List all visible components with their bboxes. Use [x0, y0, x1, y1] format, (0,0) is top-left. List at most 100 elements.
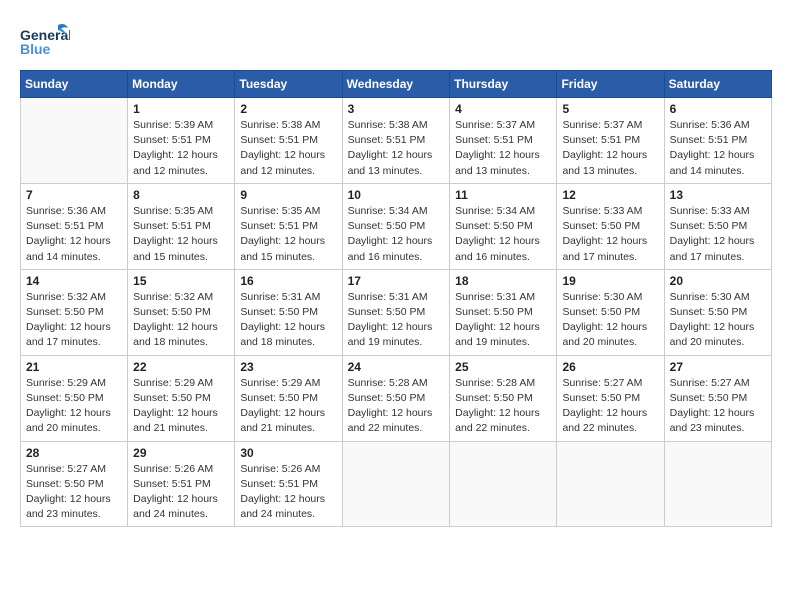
day-info: Sunrise: 5:35 AM Sunset: 5:51 PM Dayligh…	[240, 204, 336, 265]
day-number: 14	[26, 274, 122, 288]
day-info: Sunrise: 5:32 AM Sunset: 5:50 PM Dayligh…	[26, 290, 122, 351]
calendar-week-1: 1 Sunrise: 5:39 AM Sunset: 5:51 PM Daylig…	[21, 98, 772, 184]
day-number: 6	[670, 102, 766, 116]
day-info: Sunrise: 5:27 AM Sunset: 5:50 PM Dayligh…	[562, 376, 658, 437]
day-info: Sunrise: 5:36 AM Sunset: 5:51 PM Dayligh…	[670, 118, 766, 179]
day-info: Sunrise: 5:29 AM Sunset: 5:50 PM Dayligh…	[240, 376, 336, 437]
day-info: Sunrise: 5:26 AM Sunset: 5:51 PM Dayligh…	[240, 462, 336, 523]
weekday-header-thursday: Thursday	[450, 71, 557, 98]
calendar-cell	[342, 441, 450, 527]
weekday-header-sunday: Sunday	[21, 71, 128, 98]
day-number: 27	[670, 360, 766, 374]
day-info: Sunrise: 5:27 AM Sunset: 5:50 PM Dayligh…	[26, 462, 122, 523]
day-info: Sunrise: 5:37 AM Sunset: 5:51 PM Dayligh…	[455, 118, 551, 179]
calendar-cell: 30 Sunrise: 5:26 AM Sunset: 5:51 PM Dayli…	[235, 441, 342, 527]
day-number: 5	[562, 102, 658, 116]
day-number: 18	[455, 274, 551, 288]
day-number: 8	[133, 188, 229, 202]
calendar-cell: 11Sunrise: 5:34 AM Sunset: 5:50 PM Dayli…	[450, 183, 557, 269]
day-info: Sunrise: 5:28 AM Sunset: 5:50 PM Dayligh…	[348, 376, 445, 437]
day-number: 7	[26, 188, 122, 202]
calendar-cell: 24 Sunrise: 5:28 AM Sunset: 5:50 PM Dayli…	[342, 355, 450, 441]
day-number: 17	[348, 274, 445, 288]
day-info: Sunrise: 5:34 AM Sunset: 5:50 PM Dayligh…	[348, 204, 445, 265]
day-info: Sunrise: 5:36 AM Sunset: 5:51 PM Dayligh…	[26, 204, 122, 265]
calendar-cell: 5 Sunrise: 5:37 AM Sunset: 5:51 PM Daylig…	[557, 98, 664, 184]
calendar-cell: 16Sunrise: 5:31 AM Sunset: 5:50 PM Dayli…	[235, 269, 342, 355]
day-info: Sunrise: 5:38 AM Sunset: 5:51 PM Dayligh…	[348, 118, 445, 179]
day-info: Sunrise: 5:29 AM Sunset: 5:50 PM Dayligh…	[133, 376, 229, 437]
page-header: General Blue	[20, 20, 772, 60]
calendar-cell: 14 Sunrise: 5:32 AM Sunset: 5:50 PM Dayli…	[21, 269, 128, 355]
calendar-table: SundayMondayTuesdayWednesdayThursdayFrid…	[20, 70, 772, 527]
day-number: 30	[240, 446, 336, 460]
day-number: 25	[455, 360, 551, 374]
day-info: Sunrise: 5:31 AM Sunset: 5:50 PM Dayligh…	[455, 290, 551, 351]
day-number: 15	[133, 274, 229, 288]
calendar-week-4: 21 Sunrise: 5:29 AM Sunset: 5:50 PM Dayli…	[21, 355, 772, 441]
weekday-header-friday: Friday	[557, 71, 664, 98]
weekday-header-monday: Monday	[128, 71, 235, 98]
calendar-cell: 3 Sunrise: 5:38 AM Sunset: 5:51 PM Daylig…	[342, 98, 450, 184]
calendar-cell: 10 Sunrise: 5:34 AM Sunset: 5:50 PM Dayli…	[342, 183, 450, 269]
calendar-cell: 2 Sunrise: 5:38 AM Sunset: 5:51 PM Daylig…	[235, 98, 342, 184]
day-number: 2	[240, 102, 336, 116]
calendar-cell: 27 Sunrise: 5:27 AM Sunset: 5:50 PM Dayli…	[664, 355, 771, 441]
day-number: 16	[240, 274, 336, 288]
day-info: Sunrise: 5:39 AM Sunset: 5:51 PM Dayligh…	[133, 118, 229, 179]
calendar-cell	[664, 441, 771, 527]
day-info: Sunrise: 5:35 AM Sunset: 5:51 PM Dayligh…	[133, 204, 229, 265]
day-info: Sunrise: 5:31 AM Sunset: 5:50 PM Dayligh…	[348, 290, 445, 351]
day-info: Sunrise: 5:26 AM Sunset: 5:51 PM Dayligh…	[133, 462, 229, 523]
day-info: Sunrise: 5:37 AM Sunset: 5:51 PM Dayligh…	[562, 118, 658, 179]
day-number: 29	[133, 446, 229, 460]
day-number: 24	[348, 360, 445, 374]
day-info: Sunrise: 5:38 AM Sunset: 5:51 PM Dayligh…	[240, 118, 336, 179]
weekday-header-tuesday: Tuesday	[235, 71, 342, 98]
calendar-cell: 29 Sunrise: 5:26 AM Sunset: 5:51 PM Dayli…	[128, 441, 235, 527]
calendar-cell: 13 Sunrise: 5:33 AM Sunset: 5:50 PM Dayli…	[664, 183, 771, 269]
calendar-cell	[450, 441, 557, 527]
calendar-cell: 7 Sunrise: 5:36 AM Sunset: 5:51 PM Daylig…	[21, 183, 128, 269]
calendar-cell: 25Sunrise: 5:28 AM Sunset: 5:50 PM Dayli…	[450, 355, 557, 441]
calendar-cell: 19 Sunrise: 5:30 AM Sunset: 5:50 PM Dayli…	[557, 269, 664, 355]
calendar-header-row: SundayMondayTuesdayWednesdayThursdayFrid…	[21, 71, 772, 98]
weekday-header-wednesday: Wednesday	[342, 71, 450, 98]
calendar-cell: 4 Sunrise: 5:37 AM Sunset: 5:51 PM Daylig…	[450, 98, 557, 184]
day-number: 23	[240, 360, 336, 374]
calendar-cell	[557, 441, 664, 527]
day-info: Sunrise: 5:34 AM Sunset: 5:50 PM Dayligh…	[455, 204, 551, 265]
calendar-week-3: 14 Sunrise: 5:32 AM Sunset: 5:50 PM Dayli…	[21, 269, 772, 355]
day-number: 10	[348, 188, 445, 202]
day-number: 9	[240, 188, 336, 202]
calendar-cell: 6 Sunrise: 5:36 AM Sunset: 5:51 PM Daylig…	[664, 98, 771, 184]
calendar-week-5: 28 Sunrise: 5:27 AM Sunset: 5:50 PM Dayli…	[21, 441, 772, 527]
day-number: 4	[455, 102, 551, 116]
day-info: Sunrise: 5:30 AM Sunset: 5:50 PM Dayligh…	[670, 290, 766, 351]
svg-text:Blue: Blue	[20, 41, 51, 57]
calendar-week-2: 7 Sunrise: 5:36 AM Sunset: 5:51 PM Daylig…	[21, 183, 772, 269]
day-number: 19	[562, 274, 658, 288]
day-number: 13	[670, 188, 766, 202]
calendar-cell: 23 Sunrise: 5:29 AM Sunset: 5:50 PM Dayli…	[235, 355, 342, 441]
day-info: Sunrise: 5:33 AM Sunset: 5:50 PM Dayligh…	[670, 204, 766, 265]
calendar-cell: 1 Sunrise: 5:39 AM Sunset: 5:51 PM Daylig…	[128, 98, 235, 184]
day-info: Sunrise: 5:32 AM Sunset: 5:50 PM Dayligh…	[133, 290, 229, 351]
calendar-cell: 17 Sunrise: 5:31 AM Sunset: 5:50 PM Dayli…	[342, 269, 450, 355]
day-info: Sunrise: 5:29 AM Sunset: 5:50 PM Dayligh…	[26, 376, 122, 437]
calendar-cell: 22 Sunrise: 5:29 AM Sunset: 5:50 PM Dayli…	[128, 355, 235, 441]
day-number: 3	[348, 102, 445, 116]
day-number: 22	[133, 360, 229, 374]
day-info: Sunrise: 5:30 AM Sunset: 5:50 PM Dayligh…	[562, 290, 658, 351]
day-info: Sunrise: 5:27 AM Sunset: 5:50 PM Dayligh…	[670, 376, 766, 437]
day-number: 26	[562, 360, 658, 374]
day-number: 1	[133, 102, 229, 116]
calendar-cell: 8 Sunrise: 5:35 AM Sunset: 5:51 PM Daylig…	[128, 183, 235, 269]
calendar-cell	[21, 98, 128, 184]
calendar-cell: 15 Sunrise: 5:32 AM Sunset: 5:50 PM Dayli…	[128, 269, 235, 355]
day-number: 28	[26, 446, 122, 460]
day-number: 21	[26, 360, 122, 374]
day-number: 12	[562, 188, 658, 202]
calendar-cell: 18 Sunrise: 5:31 AM Sunset: 5:50 PM Dayli…	[450, 269, 557, 355]
calendar-cell: 20Sunrise: 5:30 AM Sunset: 5:50 PM Dayli…	[664, 269, 771, 355]
